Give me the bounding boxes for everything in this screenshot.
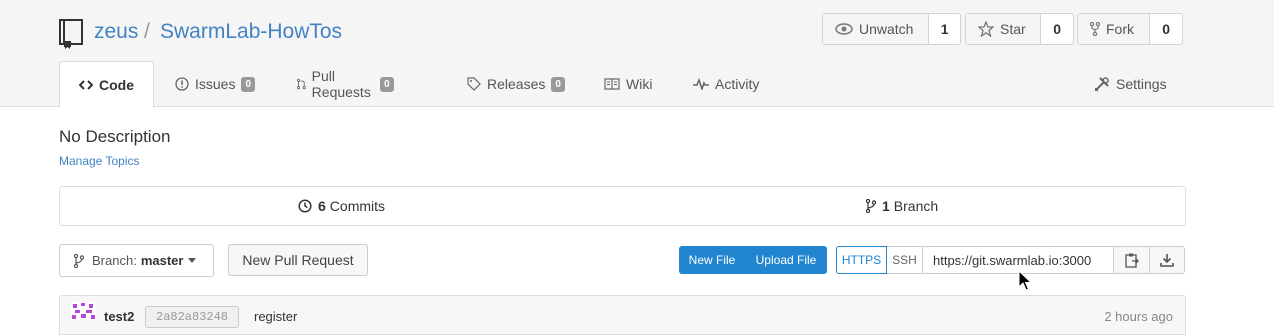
pulse-icon [693,78,709,90]
tools-icon [1095,77,1109,91]
tab-code-label: Code [99,76,134,93]
fork-icon [1090,22,1100,36]
fork-button[interactable]: Fork [1078,14,1151,44]
tab-releases-label: Releases [487,76,546,92]
commit-author[interactable]: test2 [104,309,134,324]
chevron-down-icon [188,258,197,263]
tab-pull-requests-label: Pull Requests [311,68,371,100]
new-file-button[interactable]: New File [679,246,745,274]
download-archive-button[interactable] [1150,246,1185,274]
branches-count: 1 [882,198,890,214]
copy-clone-url-button[interactable] [1114,246,1150,274]
tab-pull-requests[interactable]: Pull Requests 0 [297,61,394,107]
eye-icon [835,23,853,35]
branch-icon [74,253,84,268]
repo-book-icon [59,19,83,49]
avatar[interactable] [71,302,96,320]
tab-issues[interactable]: Issues 0 [175,61,256,107]
star-label: Star [1000,21,1026,37]
fork-button-group: Fork 0 [1077,13,1183,45]
book-icon [604,78,620,90]
tab-wiki[interactable]: Wiki [604,61,652,107]
tab-settings[interactable]: Settings [1094,61,1167,107]
watch-button-group: Unwatch 1 [822,13,961,45]
tab-activity[interactable]: Activity [693,61,759,107]
code-icon [79,79,93,90]
fork-label: Fork [1106,21,1134,37]
download-icon [1160,254,1174,267]
issue-icon [175,77,189,91]
latest-commit-bar: test2 2a82a83248 register 2 hours ago [59,295,1186,335]
star-count[interactable]: 0 [1041,14,1073,44]
branches-label: Branch [893,198,939,214]
watch-count[interactable]: 1 [929,14,960,44]
tab-settings-label: Settings [1116,76,1167,92]
pull-request-icon [297,78,306,90]
manage-topics-link[interactable]: Manage Topics [59,154,140,168]
star-icon [978,21,994,37]
releases-count-badge: 0 [551,76,565,92]
commits-label: Commits [329,198,386,214]
issues-count-badge: 0 [241,76,256,92]
branch-name: master [140,253,184,268]
commits-stat[interactable]: 6 Commits [298,187,385,225]
repo-separator: / [144,20,150,43]
branch-icon [866,199,876,213]
clone-url-group: HTTPS SSH https://git.swarmlab.io:3000 [836,246,1185,274]
star-button-group: Star 0 [965,13,1074,45]
commit-sha-button[interactable]: 2a82a83248 [145,306,240,328]
commit-time: 2 hours ago [1104,309,1173,324]
commit-message[interactable]: register [254,309,297,324]
unwatch-label: Unwatch [859,21,914,37]
clone-ssh-button[interactable]: SSH [887,246,922,274]
star-button[interactable]: Star [966,14,1042,44]
clone-https-button[interactable]: HTTPS [836,246,887,274]
tab-issues-label: Issues [195,76,236,92]
clone-url-text: https://git.swarmlab.io:3000 [933,252,1092,268]
new-pull-request-button[interactable]: New Pull Request [228,244,368,276]
repo-header: zeus / SwarmLab-HowTos Unwatch 1 Star 0 … [0,0,1274,108]
mouse-cursor-icon [1018,270,1032,291]
repo-description: No Description [59,127,171,146]
tag-icon [467,77,481,91]
commits-count: 6 [318,198,326,214]
pull-requests-count-badge: 0 [380,76,394,92]
upload-file-button[interactable]: Upload File [745,246,827,274]
repo-stats-bar: 6 Commits 1 Branch [59,186,1186,226]
clipboard-icon [1124,253,1139,268]
tab-activity-label: Activity [715,76,760,92]
tab-code[interactable]: Code [59,61,154,108]
branches-stat[interactable]: 1 Branch [866,187,938,225]
tab-releases[interactable]: Releases 0 [467,61,565,107]
branch-prefix: Branch: [92,253,137,268]
repo-owner-link[interactable]: zeus [94,20,138,44]
unwatch-button[interactable]: Unwatch [823,14,930,44]
file-actions-group: New File Upload File [679,246,827,274]
repo-name-link[interactable]: SwarmLab-HowTos [160,20,342,44]
fork-count[interactable]: 0 [1150,14,1182,44]
history-icon [298,199,312,213]
branch-selector[interactable]: Branch: master [59,244,214,277]
tab-wiki-label: Wiki [626,76,653,92]
